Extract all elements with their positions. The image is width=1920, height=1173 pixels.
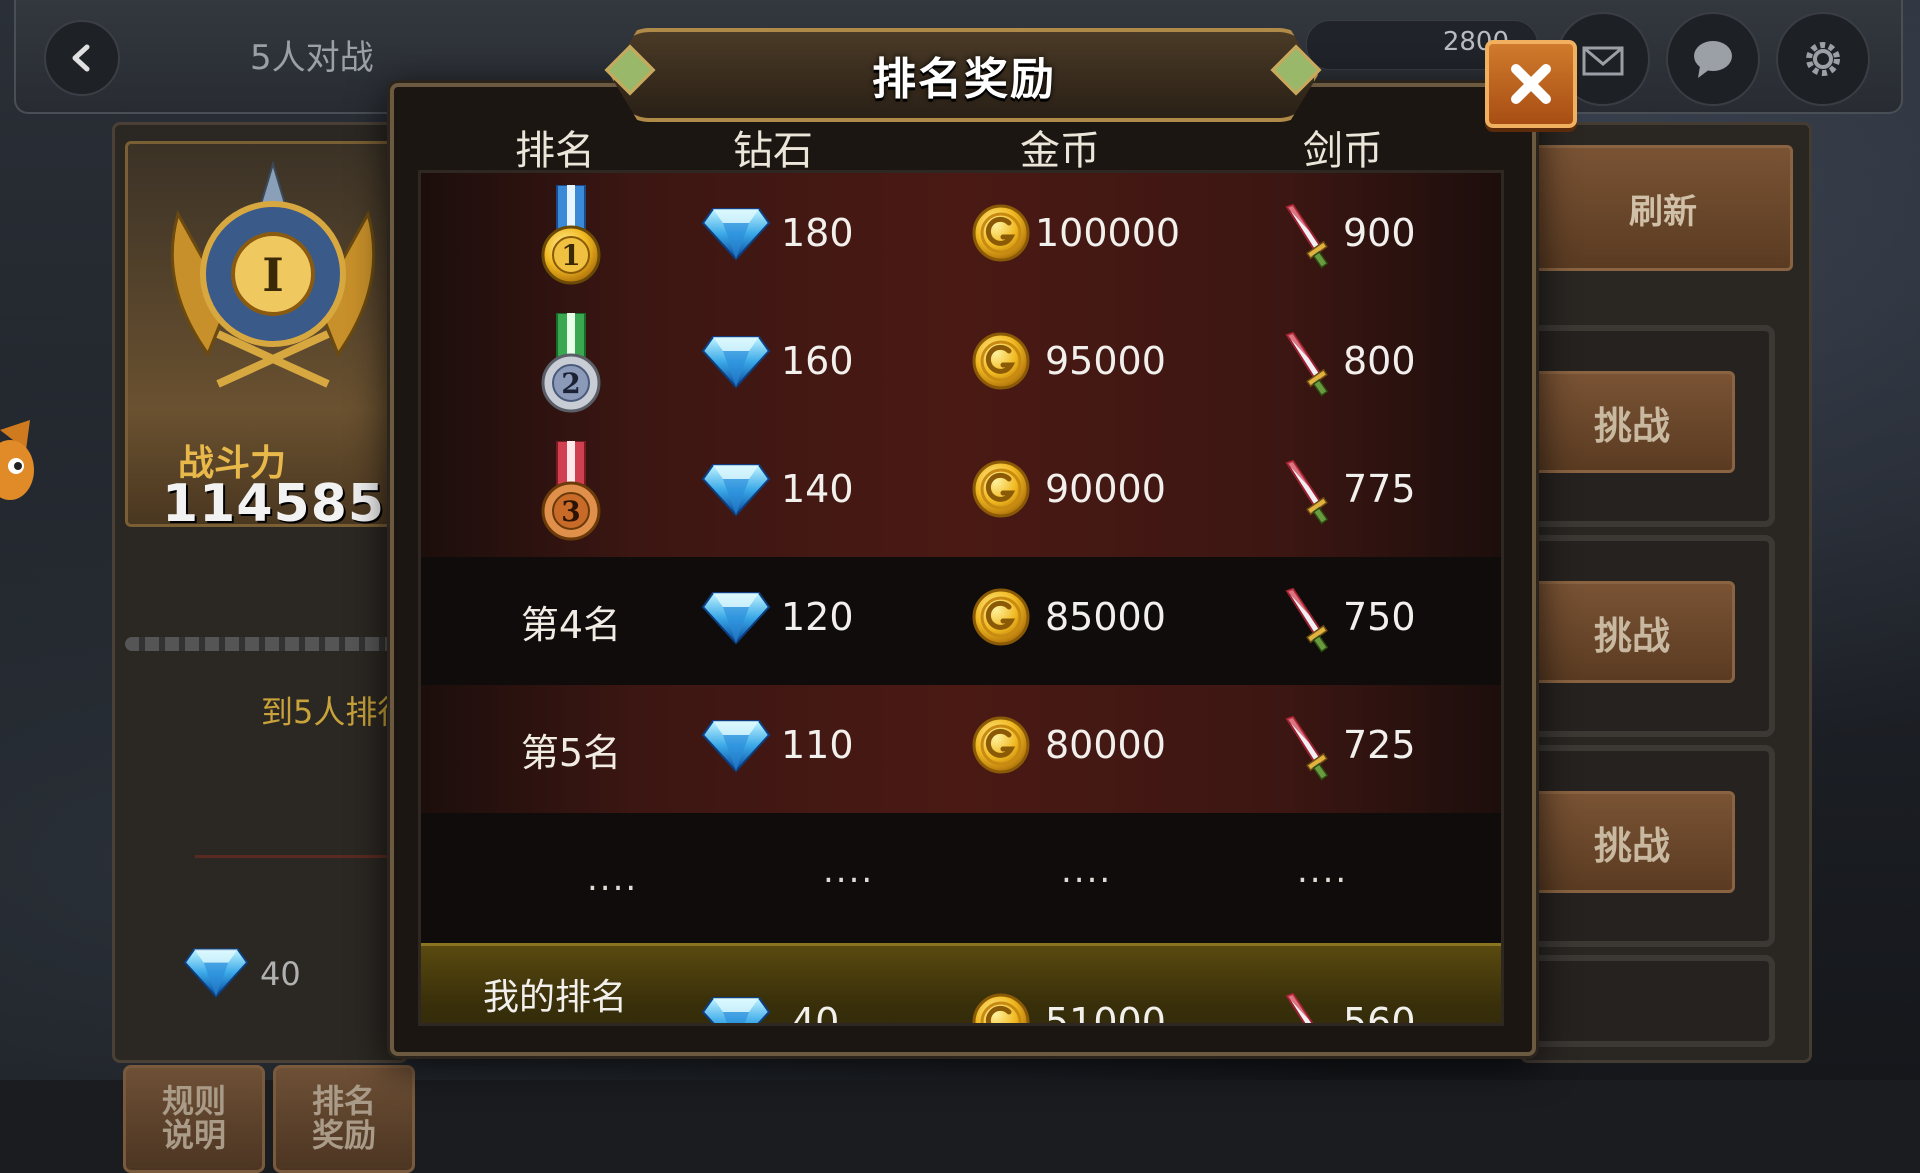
ranking-reward-button[interactable]: 排名 奖励 bbox=[273, 1065, 415, 1173]
player-panel: I 战斗力 114585 到5人排行 40 规则 说明 排名 奖励 bbox=[112, 122, 425, 1173]
sword-coin-icon bbox=[1281, 203, 1331, 269]
my-rank-label: 我的排名 bbox=[483, 977, 628, 1018]
opponent-card: 挑战 bbox=[1523, 745, 1775, 947]
table-row: 1 180 100000 900 bbox=[421, 173, 1501, 303]
table-row: 3 140 90000 775 bbox=[421, 429, 1501, 559]
diamond-icon bbox=[701, 589, 771, 645]
opponent-card: 挑战 bbox=[1523, 535, 1775, 737]
rank-tip: 到5人排行 bbox=[261, 693, 410, 731]
mascot-icon bbox=[0, 420, 34, 500]
back-button[interactable] bbox=[44, 20, 120, 96]
opponent-card bbox=[1523, 955, 1775, 1047]
rank-emblem: I 战斗力 114585 bbox=[125, 141, 411, 527]
sword-coin-amount: 560 bbox=[1343, 1000, 1416, 1026]
diamond-amount: 160 bbox=[781, 339, 854, 383]
rank-crest-icon: I bbox=[170, 160, 376, 388]
diamond-icon bbox=[701, 717, 771, 773]
refresh-button[interactable]: 刷新 bbox=[1533, 145, 1793, 271]
column-header-sword-coin: 剑币 bbox=[1303, 128, 1383, 174]
chain-divider bbox=[125, 637, 405, 651]
svg-text:I: I bbox=[262, 248, 284, 302]
sword-coin-amount: 900 bbox=[1343, 211, 1416, 255]
modal-title: 排名奖励 bbox=[872, 54, 1056, 105]
gold-coin-icon bbox=[971, 331, 1031, 391]
gold-coin-icon bbox=[971, 459, 1031, 519]
opponent-panel: 刷新 挑战 挑战 挑战 bbox=[1520, 122, 1812, 1063]
diamond-icon bbox=[701, 333, 771, 389]
opponent-card: 挑战 bbox=[1523, 325, 1775, 527]
ellipsis-row: .... .... .... .... bbox=[421, 813, 1501, 941]
sword-coin-icon bbox=[1281, 992, 1331, 1026]
rank-cell: 1 bbox=[471, 173, 671, 301]
my-rank-row: 我的排名 40 51000 560 bbox=[421, 943, 1501, 1026]
reward-table: 1 180 100000 900 2 160 95000 800 3 140 9… bbox=[418, 170, 1504, 1026]
sword-coin-amount: 800 bbox=[1343, 339, 1416, 383]
back-icon bbox=[72, 44, 90, 72]
medal-number: 3 bbox=[561, 495, 580, 528]
rank-cell: 2 bbox=[471, 301, 671, 429]
gold-amount: 80000 bbox=[1045, 723, 1166, 767]
table-row: 2 160 95000 800 bbox=[421, 301, 1501, 431]
ellipsis: .... bbox=[823, 851, 875, 891]
sword-coin-icon bbox=[1281, 587, 1331, 653]
ellipsis: .... bbox=[1061, 851, 1113, 891]
gold-coin-icon bbox=[971, 203, 1031, 263]
diamond-icon bbox=[701, 994, 771, 1026]
power-value: 114585 bbox=[162, 474, 386, 527]
diamond-amount: 120 bbox=[781, 595, 854, 639]
sword-coin-icon bbox=[1281, 331, 1331, 397]
settings-button[interactable] bbox=[1776, 12, 1870, 106]
rank-label: 第4名 bbox=[520, 602, 622, 647]
gem-count: 40 bbox=[260, 955, 301, 993]
diamond-amount: 180 bbox=[781, 211, 854, 255]
modal-title-banner: 排名奖励 bbox=[610, 28, 1318, 122]
sword-coin-icon bbox=[1281, 459, 1331, 525]
challenge-button[interactable]: 挑战 bbox=[1529, 791, 1735, 893]
diamond-icon bbox=[701, 461, 771, 517]
mode-title: 5人对战 bbox=[250, 38, 374, 78]
diamond-amount: 110 bbox=[781, 723, 854, 767]
column-header-gold: 金币 bbox=[1020, 128, 1100, 174]
chat-icon bbox=[1694, 41, 1732, 78]
gear-icon bbox=[1806, 42, 1840, 76]
sword-coin-amount: 725 bbox=[1343, 723, 1416, 767]
gold-amount: 85000 bbox=[1045, 595, 1166, 639]
gold-amount: 100000 bbox=[1035, 211, 1181, 255]
close-button[interactable] bbox=[1485, 40, 1577, 128]
gold-amount: 95000 bbox=[1045, 339, 1166, 383]
sword-coin-amount: 750 bbox=[1343, 595, 1416, 639]
challenge-button[interactable]: 挑战 bbox=[1529, 581, 1735, 683]
medal-number: 2 bbox=[561, 367, 580, 400]
table-row: 第4名 120 85000 750 bbox=[421, 557, 1501, 687]
sword-coin-amount: 775 bbox=[1343, 467, 1416, 511]
diamond-amount: 40 bbox=[791, 1000, 840, 1026]
gold-coin-icon bbox=[971, 587, 1031, 647]
silver-medal-icon: 2 bbox=[541, 313, 601, 413]
rank-label: 第5名 bbox=[520, 730, 622, 775]
table-row: 第5名 110 80000 725 bbox=[421, 685, 1501, 815]
rules-button[interactable]: 规则 说明 bbox=[123, 1065, 265, 1173]
column-header-diamond: 钻石 bbox=[733, 128, 813, 174]
challenge-button[interactable]: 挑战 bbox=[1529, 371, 1735, 473]
rank-cell: 3 bbox=[471, 429, 671, 557]
gold-amount: 51000 bbox=[1045, 1000, 1166, 1026]
diamond-amount: 140 bbox=[781, 467, 854, 511]
ellipsis: .... bbox=[1297, 851, 1349, 891]
sword-coin-icon bbox=[1281, 715, 1331, 781]
diamond-icon bbox=[701, 205, 771, 261]
mail-icon bbox=[1582, 46, 1624, 76]
gold-coin-icon bbox=[971, 992, 1031, 1026]
column-header-rank: 排名 bbox=[515, 128, 595, 174]
gold-coin-icon bbox=[971, 715, 1031, 775]
chat-button[interactable] bbox=[1666, 12, 1760, 106]
gold-amount: 90000 bbox=[1045, 467, 1166, 511]
gold-medal-icon: 1 bbox=[541, 185, 601, 285]
diamond-icon bbox=[183, 945, 249, 999]
ellipsis: .... bbox=[587, 859, 639, 899]
medal-number: 1 bbox=[561, 239, 580, 272]
close-icon bbox=[1511, 64, 1551, 104]
bronze-medal-icon: 3 bbox=[541, 441, 601, 541]
